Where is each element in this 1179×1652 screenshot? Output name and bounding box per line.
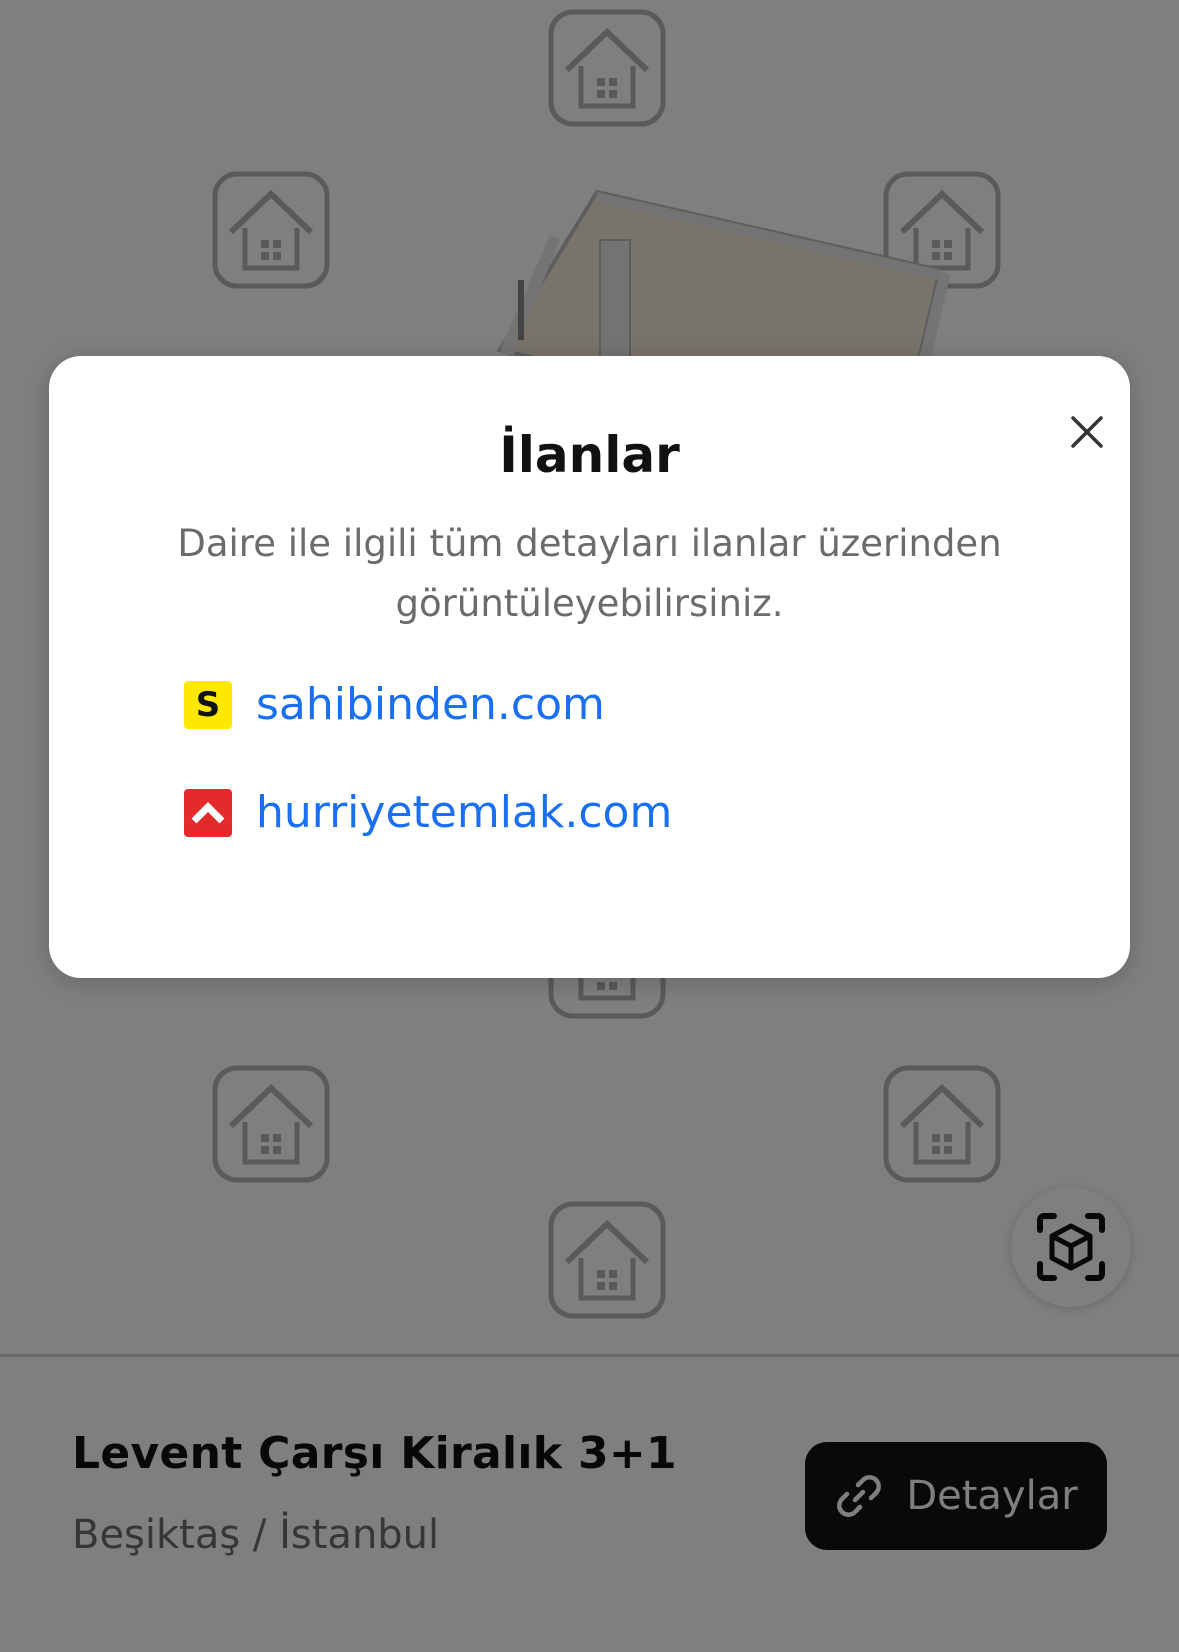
- app-screen: Levent Çarşı Kiralık 3+1 Beşiktaş / İsta…: [0, 0, 1179, 1652]
- sahibinden-link-label[interactable]: sahibinden.com: [256, 679, 605, 730]
- sahibinden-link[interactable]: S sahibinden.com: [184, 679, 605, 730]
- listings-modal: İlanlar Daire ile ilgili tüm detayları i…: [49, 356, 1130, 978]
- hurriyetemlak-link-label[interactable]: hurriyetemlak.com: [256, 787, 672, 838]
- close-button[interactable]: [1059, 404, 1115, 460]
- hurriyetemlak-logo-icon: [184, 788, 232, 837]
- sahibinden-logo-icon: S: [184, 680, 232, 729]
- hurriyetemlak-link[interactable]: hurriyetemlak.com: [184, 787, 672, 838]
- modal-subtitle: Daire ile ilgili tüm detayları ilanlar ü…: [177, 522, 1002, 625]
- close-icon: [1071, 416, 1103, 448]
- modal-title: İlanlar: [499, 426, 680, 484]
